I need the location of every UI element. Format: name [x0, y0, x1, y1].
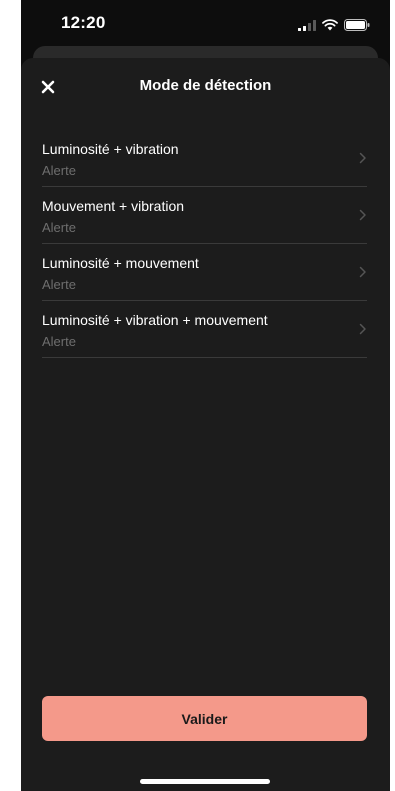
list-item-luminosity-movement[interactable]: Luminosité + mouvement Alerte [42, 244, 367, 301]
detection-mode-list: Luminosité + vibration Alerte Mouvement … [42, 130, 367, 358]
status-bar: 12:20 [21, 0, 390, 44]
chevron-right-icon [359, 266, 366, 278]
sheet-header: Mode de détection [21, 58, 390, 116]
validate-button[interactable]: Valider [42, 696, 367, 741]
battery-icon [344, 18, 370, 36]
list-item-movement-vibration[interactable]: Mouvement + vibration Alerte [42, 187, 367, 244]
item-subtitle: Alerte [42, 277, 76, 292]
item-label: Mouvement + vibration [42, 198, 185, 214]
page-title: Mode de détection [139, 77, 272, 94]
wifi-icon [322, 18, 338, 36]
item-subtitle: Alerte [42, 220, 76, 235]
item-label: Luminosité + vibration + mouvement [42, 312, 268, 328]
detection-mode-sheet: Mode de détection Luminosité + vibration… [21, 58, 390, 791]
item-subtitle: Alerte [42, 163, 76, 178]
item-subtitle: Alerte [42, 334, 76, 349]
home-indicator[interactable] [140, 779, 270, 784]
status-time: 12:20 [61, 13, 106, 32]
phone-screen: 12:20 Mode de détection Luminosité + vib… [21, 0, 390, 791]
item-label: Luminosité + mouvement [42, 255, 199, 271]
chevron-right-icon [359, 152, 366, 164]
list-item-luminosity-vibration-movement[interactable]: Luminosité + vibration + mouvement Alert… [42, 301, 367, 358]
chevron-right-icon [359, 323, 366, 335]
item-label: Luminosité + vibration [42, 141, 179, 157]
cellular-signal-icon [298, 18, 316, 36]
status-icons [298, 18, 370, 36]
chevron-right-icon [359, 209, 366, 221]
list-item-luminosity-vibration[interactable]: Luminosité + vibration Alerte [42, 130, 367, 187]
